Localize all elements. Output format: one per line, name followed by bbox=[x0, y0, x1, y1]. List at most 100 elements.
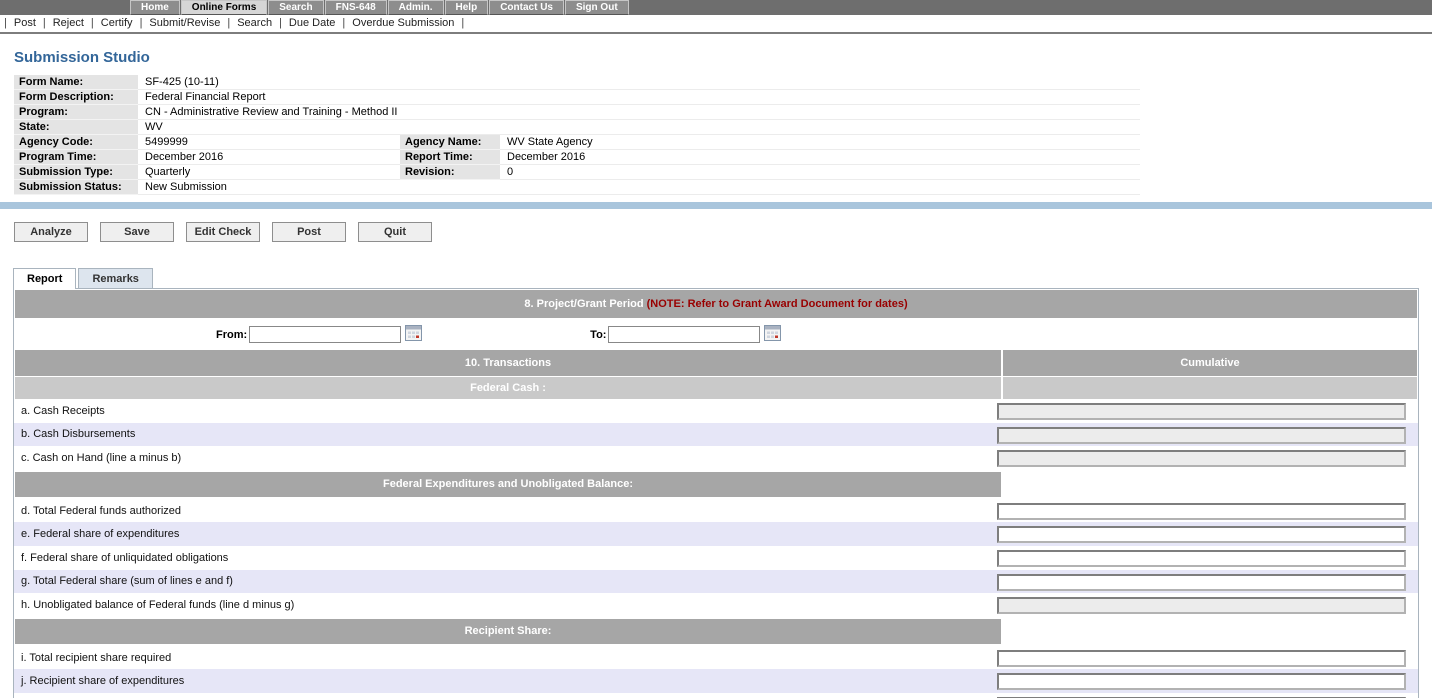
cumulative-header: Cumulative bbox=[1003, 350, 1417, 376]
tab-remarks[interactable]: Remarks bbox=[78, 268, 152, 288]
cumulative-input-c bbox=[997, 450, 1406, 467]
cumulative-input-e[interactable] bbox=[997, 526, 1406, 543]
page-title: Submission Studio bbox=[14, 49, 1432, 66]
nav-item-home[interactable]: Home bbox=[130, 0, 180, 15]
transaction-row-c: c. Cash on Hand (line a minus b) bbox=[14, 446, 1418, 470]
cumulative-input-j[interactable] bbox=[997, 673, 1406, 690]
nav-item-help[interactable]: Help bbox=[445, 0, 489, 15]
toolbar-separator: | bbox=[279, 17, 282, 29]
from-date-input[interactable] bbox=[249, 326, 401, 343]
post-button[interactable]: Post bbox=[272, 222, 346, 242]
nav-item-fns-648[interactable]: FNS-648 bbox=[325, 0, 387, 15]
nav-item-sign-out[interactable]: Sign Out bbox=[565, 0, 629, 15]
cumulative-cell-f bbox=[997, 549, 1417, 568]
tab-report[interactable]: Report bbox=[13, 268, 76, 289]
form-info-body: Form Name:SF-425 (10-11)Form Description… bbox=[14, 75, 1140, 195]
toolbar-separator: | bbox=[461, 17, 464, 29]
transaction-row-h: h. Unobligated balance of Federal funds … bbox=[14, 593, 1418, 617]
toolbar-link-reject[interactable]: Reject bbox=[53, 17, 84, 29]
cumulative-input-f[interactable] bbox=[997, 550, 1406, 567]
report-panel: 8. Project/Grant Period (NOTE: Refer to … bbox=[13, 288, 1419, 698]
nav-item-contact-us[interactable]: Contact Us bbox=[489, 0, 564, 15]
section8-title: 8. Project/Grant Period bbox=[524, 298, 643, 310]
toolbar-separator: | bbox=[4, 17, 7, 29]
cumulative-cell-a bbox=[997, 402, 1417, 421]
project-grant-period-row: From: To: bbox=[14, 319, 1418, 350]
form-info-row: State:WV bbox=[14, 120, 1140, 135]
row-label-i: i. Total recipient share required bbox=[15, 652, 997, 664]
analyze-button[interactable]: Analyze bbox=[14, 222, 88, 242]
form-info-row: Submission Status:New Submission bbox=[14, 180, 1140, 195]
transaction-row-i: i. Total recipient share required bbox=[14, 646, 1418, 670]
field-label-program: Program: bbox=[14, 105, 138, 120]
cumulative-input-a bbox=[997, 403, 1406, 420]
cumulative-input-d[interactable] bbox=[997, 503, 1406, 520]
form-info-row: Submission Type:QuarterlyRevision:0 bbox=[14, 165, 1140, 180]
nav-item-search[interactable]: Search bbox=[268, 0, 323, 15]
row-label-e: e. Federal share of expenditures bbox=[15, 528, 997, 540]
field-label-submission-type: Submission Type: bbox=[14, 165, 138, 180]
field-value-form-name: SF-425 (10-11) bbox=[138, 75, 1140, 90]
row-label-d: d. Total Federal funds authorized bbox=[15, 505, 997, 517]
field-value-report-time: December 2016 bbox=[500, 150, 1140, 165]
transaction-row-d: d. Total Federal funds authorized bbox=[14, 499, 1418, 523]
toolbar-link-post[interactable]: Post bbox=[14, 17, 36, 29]
group-header-cumulative-cell bbox=[1003, 377, 1417, 399]
field-label-program-time: Program Time: bbox=[14, 150, 138, 165]
cumulative-cell-d bbox=[997, 501, 1417, 520]
nav-item-admin[interactable]: Admin. bbox=[388, 0, 444, 15]
edit-check-button[interactable]: Edit Check bbox=[186, 222, 260, 242]
field-label-form-name: Form Name: bbox=[14, 75, 138, 90]
calendar-icon[interactable] bbox=[405, 325, 422, 344]
toolbar-links: | Post | Reject | Certify | Submit/Revise | Searc… bbox=[0, 15, 1432, 34]
field-value-form-description: Federal Financial Report bbox=[138, 90, 1140, 105]
row-label-g: g. Total Federal share (sum of lines e a… bbox=[15, 575, 997, 587]
toolbar-separator: | bbox=[140, 17, 143, 29]
cumulative-cell-j bbox=[997, 672, 1417, 691]
toolbar-link-submit-revise[interactable]: Submit/Revise bbox=[149, 17, 220, 29]
toolbar-link-certify[interactable]: Certify bbox=[101, 17, 133, 29]
field-value-agency-name: WV State Agency bbox=[500, 135, 1140, 150]
transaction-row-j: j. Recipient share of expenditures bbox=[14, 669, 1418, 693]
group-title: Federal Cash : bbox=[15, 377, 1001, 399]
cumulative-cell-c bbox=[997, 449, 1417, 468]
cumulative-input-g[interactable] bbox=[997, 574, 1406, 591]
field-value-submission-status: New Submission bbox=[138, 180, 1140, 195]
field-value-state: WV bbox=[138, 120, 1140, 135]
cumulative-cell-g bbox=[997, 572, 1417, 591]
row-label-a: a. Cash Receipts bbox=[15, 405, 997, 417]
field-value-agency-code: 5499999 bbox=[138, 135, 400, 150]
toolbar-separator: | bbox=[43, 17, 46, 29]
from-label: From: bbox=[216, 329, 247, 341]
field-label-agency-name: Agency Name: bbox=[400, 135, 500, 150]
field-label-agency-code: Agency Code: bbox=[14, 135, 138, 150]
toolbar-separator: | bbox=[227, 17, 230, 29]
blue-divider bbox=[0, 202, 1432, 209]
toolbar-link-search[interactable]: Search bbox=[237, 17, 272, 29]
cumulative-input-b bbox=[997, 427, 1406, 444]
save-button[interactable]: Save bbox=[100, 222, 174, 242]
cumulative-input-i[interactable] bbox=[997, 650, 1406, 667]
transaction-row-a: a. Cash Receipts bbox=[14, 399, 1418, 423]
toolbar-link-due-date[interactable]: Due Date bbox=[289, 17, 335, 29]
toolbar-link-overdue-submission[interactable]: Overdue Submission bbox=[352, 17, 454, 29]
field-value-submission-type: Quarterly bbox=[138, 165, 400, 180]
group-header-recipient-share: Recipient Share: bbox=[15, 619, 1001, 644]
cumulative-cell-i bbox=[997, 648, 1417, 667]
cumulative-input-h bbox=[997, 597, 1406, 614]
form-info-row: Agency Code:5499999Agency Name:WV State … bbox=[14, 135, 1140, 150]
field-value-program-time: December 2016 bbox=[138, 150, 400, 165]
quit-button[interactable]: Quit bbox=[358, 222, 432, 242]
toolbar-separator: | bbox=[342, 17, 345, 29]
section8-header: 8. Project/Grant Period (NOTE: Refer to … bbox=[15, 290, 1417, 318]
to-date-input[interactable] bbox=[608, 326, 760, 343]
to-label: To: bbox=[590, 329, 606, 341]
cumulative-cell-h bbox=[997, 596, 1417, 615]
form-info-table: Form Name:SF-425 (10-11)Form Description… bbox=[14, 75, 1140, 195]
nav-item-online-forms[interactable]: Online Forms bbox=[181, 0, 267, 15]
transactions-header-row: 10. Transactions Cumulative bbox=[15, 350, 1417, 376]
transaction-row-e: e. Federal share of expenditures bbox=[14, 522, 1418, 546]
tab-bar: ReportRemarks bbox=[13, 268, 1432, 288]
calendar-icon[interactable] bbox=[764, 325, 781, 344]
form-info-row: Form Description:Federal Financial Repor… bbox=[14, 90, 1140, 105]
